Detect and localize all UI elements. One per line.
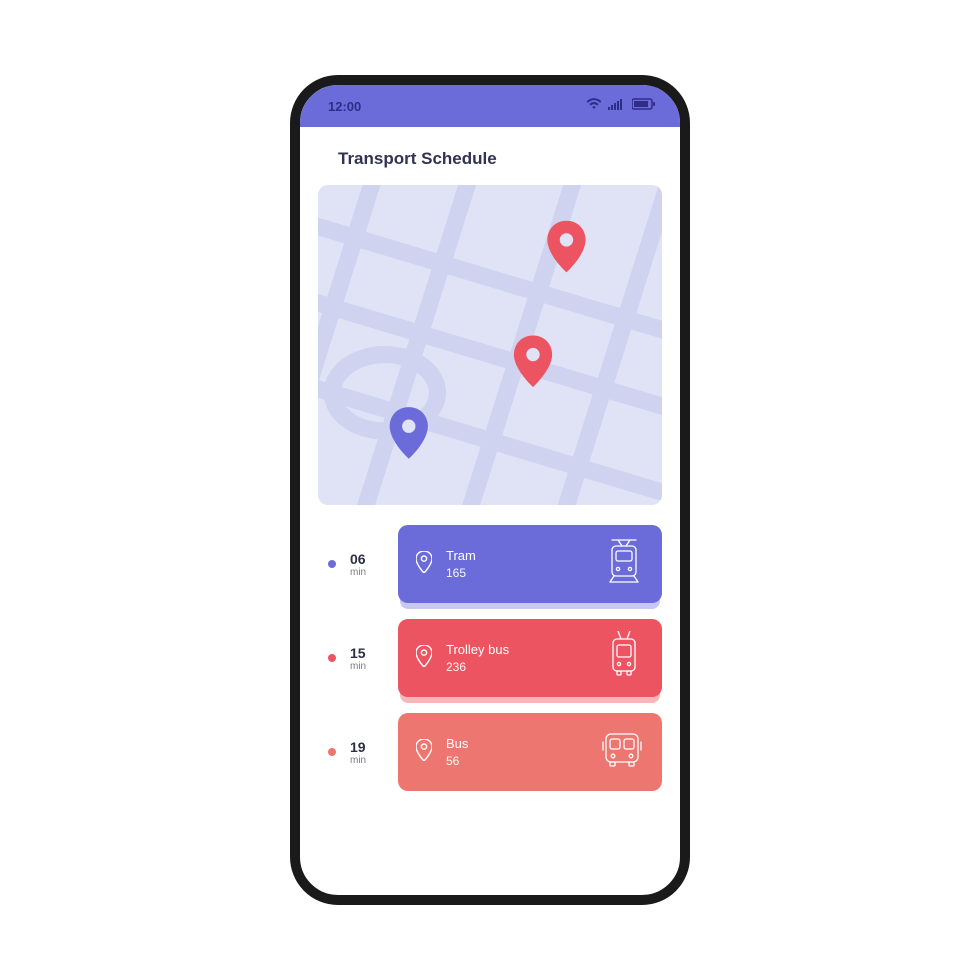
schedule-row-tram: 06 min Tram 165 <box>328 525 662 603</box>
wifi-icon <box>586 97 602 115</box>
time-unit: min <box>350 755 366 766</box>
transport-number: 56 <box>446 754 468 768</box>
transport-number: 165 <box>446 566 476 580</box>
pin-icon <box>416 739 432 766</box>
trolleybus-icon <box>604 631 644 686</box>
time-value: 06 <box>350 551 366 567</box>
transport-card-bus[interactable]: Bus 56 <box>398 713 662 791</box>
time-unit: min <box>350 661 366 672</box>
battery-icon <box>632 97 656 115</box>
bus-icon <box>600 730 644 775</box>
transport-card-tram[interactable]: Tram 165 <box>398 525 662 603</box>
signal-icon <box>608 97 626 115</box>
transport-number: 236 <box>446 660 509 674</box>
schedule-row-trolleybus: 15 min Trolley bus 236 <box>328 619 662 697</box>
phone-frame: 12:00 Transport Schedule <box>290 75 690 905</box>
tram-icon <box>604 538 644 591</box>
status-dot <box>328 560 336 568</box>
transport-name: Tram <box>446 548 476 563</box>
map-svg <box>318 185 662 505</box>
transport-name: Trolley bus <box>446 642 509 657</box>
pin-icon <box>416 645 432 672</box>
time-unit: min <box>350 567 366 578</box>
page-title: Transport Schedule <box>300 127 680 185</box>
status-bar: 12:00 <box>300 85 680 127</box>
transport-card-trolleybus[interactable]: Trolley bus 236 <box>398 619 662 697</box>
status-dot <box>328 748 336 756</box>
time-column: 19 min <box>350 739 384 766</box>
status-dot <box>328 654 336 662</box>
time-column: 15 min <box>350 645 384 672</box>
map-view[interactable] <box>318 185 662 505</box>
schedule-row-bus: 19 min Bus 56 <box>328 713 662 791</box>
schedule-list: 06 min Tram 165 <box>300 525 680 791</box>
pin-icon <box>416 551 432 578</box>
time-value: 19 <box>350 739 366 755</box>
time-column: 06 min <box>350 551 384 578</box>
transport-name: Bus <box>446 736 468 751</box>
time-value: 15 <box>350 645 366 661</box>
status-time: 12:00 <box>328 99 361 114</box>
status-icons <box>586 97 656 115</box>
